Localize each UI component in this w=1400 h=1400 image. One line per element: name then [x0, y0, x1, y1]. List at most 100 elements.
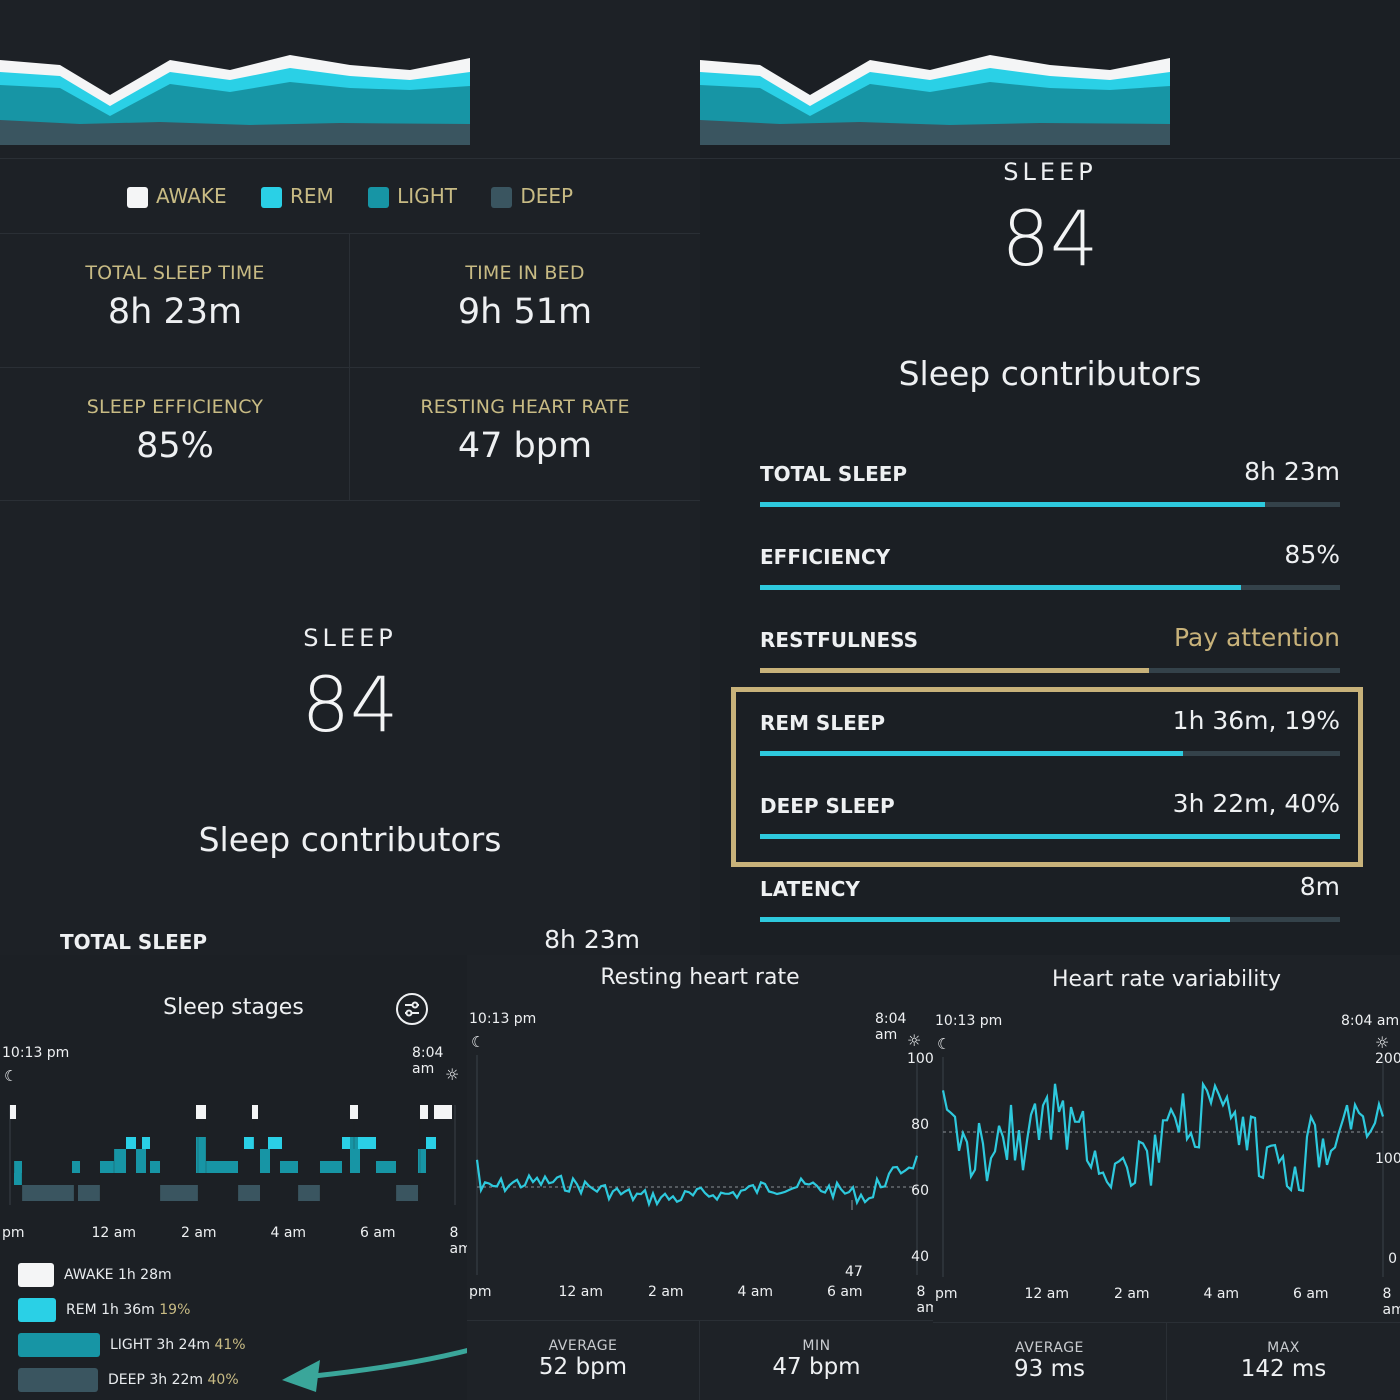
- legend-deep: DEEP: [520, 184, 574, 208]
- hrv-title: Heart rate variability: [1052, 967, 1281, 992]
- stage-name: LIGHT: [110, 1337, 152, 1353]
- light-swatch: [18, 1333, 100, 1357]
- rhr-average: AVERAGE 52 bpm: [467, 1338, 699, 1380]
- sleep-stages-chart: [9, 1105, 456, 1205]
- metric-label: TIME IN BED: [465, 262, 585, 284]
- rhr-min: MIN 47 bpm: [700, 1338, 933, 1380]
- time-tick: 8 am: [449, 1225, 468, 1257]
- time-tick: 2 am: [1114, 1286, 1150, 1302]
- sleep-hypnogram-area-chart: [700, 55, 1170, 145]
- y-tick: 60: [911, 1183, 929, 1199]
- rhr-title: Resting heart rate: [600, 965, 800, 990]
- sliders-icon: [405, 1001, 419, 1017]
- y-tick: 40: [911, 1249, 929, 1265]
- contributor-value: 8h 23m: [1244, 457, 1340, 486]
- sleep-score-value: 84: [1001, 194, 1099, 283]
- time-tick: 12 am: [558, 1284, 603, 1300]
- sleep-score-label: SLEEP: [303, 624, 397, 652]
- time-tick: 6 am: [1293, 1286, 1329, 1302]
- highlight-box: [731, 687, 1363, 867]
- contributor-value: 8m: [1299, 872, 1340, 901]
- end-time: 8:04 am: [875, 1011, 907, 1043]
- resting-heart-rate-panel: Resting heart rate 10:13 pm 8:04 am ☾ ☼ …: [467, 955, 933, 1400]
- contributor-bar-fill: [760, 585, 1242, 590]
- moon-icon: ☾: [937, 1035, 951, 1053]
- stage-duration: 3h 22m: [149, 1372, 204, 1388]
- stage-pct: 40%: [207, 1372, 239, 1388]
- sleep-score-value: 84: [301, 660, 399, 749]
- stage-name: AWAKE: [64, 1267, 114, 1283]
- filter-button[interactable]: [396, 993, 428, 1025]
- deep-swatch: [18, 1368, 98, 1392]
- rhr-line-chart: [475, 1055, 919, 1275]
- contributor-label-restfulness: RESTFULNESS: [760, 628, 919, 652]
- contributor-label-efficiency: EFFICIENCY: [760, 545, 891, 569]
- legend-light: LIGHT: [397, 184, 457, 208]
- stage-name: REM: [66, 1302, 97, 1318]
- stage-duration: 1h 36m: [101, 1302, 155, 1318]
- metric-label: TOTAL SLEEP TIME: [85, 262, 265, 284]
- contributor-value: 8h 23m: [544, 925, 640, 954]
- stage-pct: 19%: [159, 1302, 191, 1318]
- stage-name: DEEP: [108, 1372, 145, 1388]
- time-tick: pm: [2, 1225, 25, 1241]
- start-time: 10:13 pm: [469, 1011, 537, 1027]
- stat-value: 142 ms: [1240, 1356, 1327, 1382]
- min-marker-label: 47: [845, 1264, 863, 1280]
- stat-label: AVERAGE: [1015, 1340, 1084, 1356]
- metric-value: 85%: [136, 426, 214, 466]
- time-tick: 2 am: [181, 1225, 217, 1241]
- start-time: 10:13 pm: [935, 1013, 1003, 1029]
- time-tick: 8 am: [1382, 1286, 1400, 1318]
- start-time: 10:13 pm: [2, 1045, 70, 1061]
- time-tick: 4 am: [1203, 1286, 1240, 1302]
- stat-value: 52 bpm: [538, 1354, 628, 1380]
- sleep-summary-panel: AWAKE REM LIGHT DEEP TOTAL SLEEP TIME 8h…: [0, 0, 700, 955]
- light-swatch: [368, 187, 390, 208]
- stat-value: 47 bpm: [772, 1354, 861, 1380]
- metric-resting-heart-rate: RESTING HEART RATE 47 bpm: [350, 396, 700, 466]
- legend-awake: AWAKE: [155, 184, 227, 208]
- hrv-series-line: [941, 1080, 1385, 1193]
- stage-duration: 1h 28m: [117, 1267, 172, 1283]
- stage-legend: AWAKE REM LIGHT DEEP: [0, 184, 700, 208]
- y-tick: 80: [911, 1117, 929, 1133]
- stage-pct: 41%: [214, 1337, 246, 1353]
- time-tick: pm: [935, 1286, 958, 1302]
- time-tick: 12 am: [91, 1225, 136, 1241]
- time-tick: 12 am: [1024, 1286, 1069, 1302]
- time-tick: 2 am: [648, 1284, 684, 1300]
- metric-value: 47 bpm: [457, 426, 593, 466]
- contributors-title: Sleep contributors: [898, 354, 1202, 393]
- metric-time-in-bed: TIME IN BED 9h 51m: [350, 262, 700, 332]
- contributor-bar: [760, 502, 1340, 507]
- moon-icon: ☾: [471, 1033, 485, 1051]
- time-tick: 8 am: [916, 1284, 934, 1316]
- sleep-score-label: SLEEP: [1003, 158, 1097, 186]
- contributor-bar-fill: [760, 917, 1230, 922]
- stat-label: AVERAGE: [548, 1338, 618, 1354]
- hrv-average: AVERAGE 93 ms: [933, 1340, 1166, 1382]
- hrv-panel: Heart rate variability 10:13 pm 8:04 am …: [933, 955, 1400, 1400]
- stat-value: 93 ms: [1014, 1356, 1085, 1382]
- time-tick: 6 am: [827, 1284, 863, 1300]
- time-tick: 4 am: [737, 1284, 774, 1300]
- stat-label: MAX: [1267, 1340, 1300, 1356]
- contributor-bar-fill: [760, 502, 1265, 507]
- contributors-title: Sleep contributors: [198, 820, 502, 859]
- metric-label: RESTING HEART RATE: [420, 396, 630, 418]
- metric-total-sleep-time: TOTAL SLEEP TIME 8h 23m: [0, 262, 350, 332]
- hrv-line-chart: [941, 1057, 1385, 1277]
- hrv-max: MAX 142 ms: [1167, 1340, 1400, 1382]
- metric-value: 9h 51m: [457, 292, 593, 332]
- contributor-bar-fill: [760, 668, 1149, 673]
- time-tick: 4 am: [270, 1225, 307, 1241]
- sleep-contributors-panel: SLEEP 84 Sleep contributors TOTAL SLEEP 8…: [700, 0, 1400, 955]
- sun-icon: ☼: [1375, 1033, 1390, 1052]
- contributor-value: 85%: [1284, 540, 1340, 569]
- awake-swatch: [126, 187, 148, 208]
- contributor-label: TOTAL SLEEP: [60, 930, 208, 954]
- moon-icon: ☾: [4, 1067, 18, 1085]
- sun-icon: ☼: [445, 1065, 460, 1084]
- y-tick: 100: [907, 1051, 933, 1067]
